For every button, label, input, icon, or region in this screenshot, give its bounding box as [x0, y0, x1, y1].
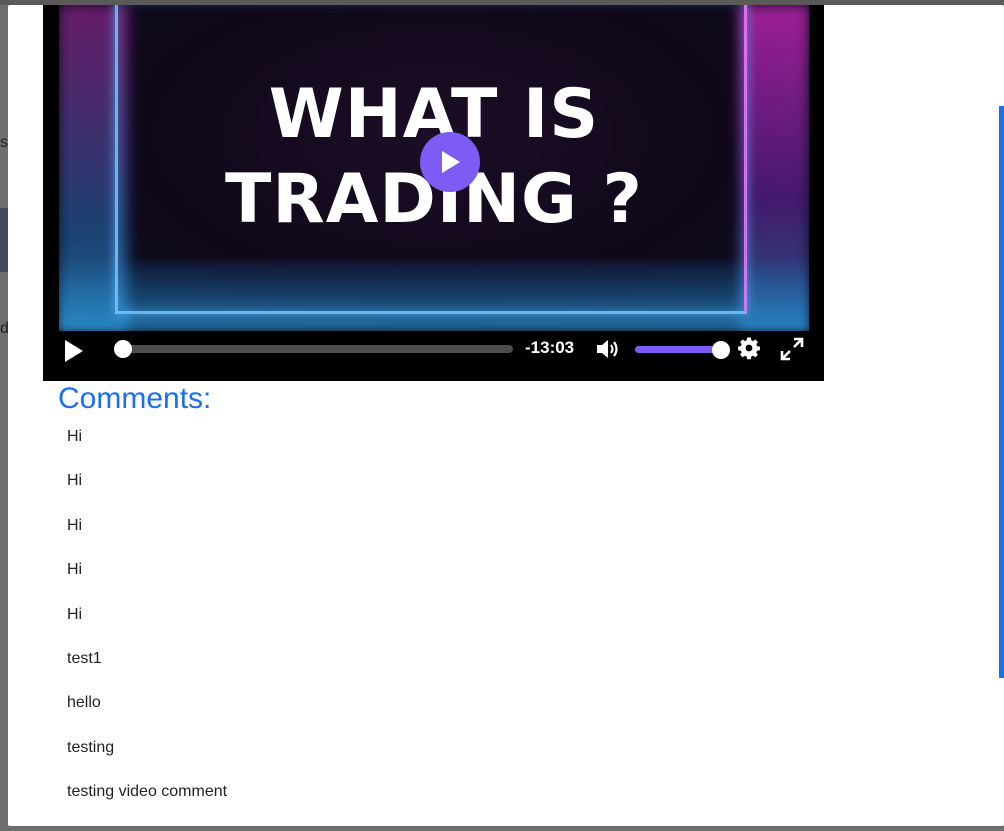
comments-list: Hi Hi Hi Hi Hi test1 hello testing testi…	[67, 428, 227, 826]
play-icon	[442, 151, 460, 173]
video-player[interactable]: WHAT IS TRADING ? -13:03	[43, 5, 824, 381]
video-modal: WHAT IS TRADING ? -13:03 Comments: Hi Hi…	[8, 5, 1004, 826]
comment-item: Hi	[67, 516, 83, 534]
video-controls: -13:03	[59, 331, 809, 367]
play-icon	[65, 340, 83, 362]
fullscreen-button[interactable]	[779, 336, 805, 367]
settings-button[interactable]	[737, 336, 761, 365]
background-dark-block	[0, 208, 8, 272]
comment-item: Hi	[67, 428, 83, 445]
background-text: s	[0, 134, 8, 151]
progress-thumb[interactable]	[113, 340, 132, 358]
time-remaining: -13:03	[525, 338, 575, 357]
fullscreen-icon	[780, 337, 804, 361]
video-frame[interactable]: WHAT IS TRADING ?	[59, 5, 809, 331]
scrollbar[interactable]	[999, 106, 1004, 678]
progress-bar[interactable]	[113, 340, 513, 358]
gear-icon	[738, 337, 760, 360]
comment-item: Hi	[67, 472, 83, 490]
comment-item: testing	[67, 738, 115, 756]
comment-item: testing video comment	[67, 783, 228, 801]
volume-slider[interactable]	[635, 341, 730, 359]
comment-item: hello	[67, 694, 101, 712]
comments-heading: Comments:	[58, 382, 212, 415]
volume-icon	[597, 340, 618, 358]
comment-item: test1	[67, 649, 102, 667]
big-play-button[interactable]	[420, 132, 480, 192]
play-button[interactable]	[63, 339, 85, 368]
background-text: di	[0, 320, 8, 337]
mute-button[interactable]	[595, 337, 621, 366]
comment-item: Hi	[67, 605, 83, 623]
comment-item: Hi	[67, 561, 83, 579]
volume-thumb[interactable]	[712, 341, 730, 359]
